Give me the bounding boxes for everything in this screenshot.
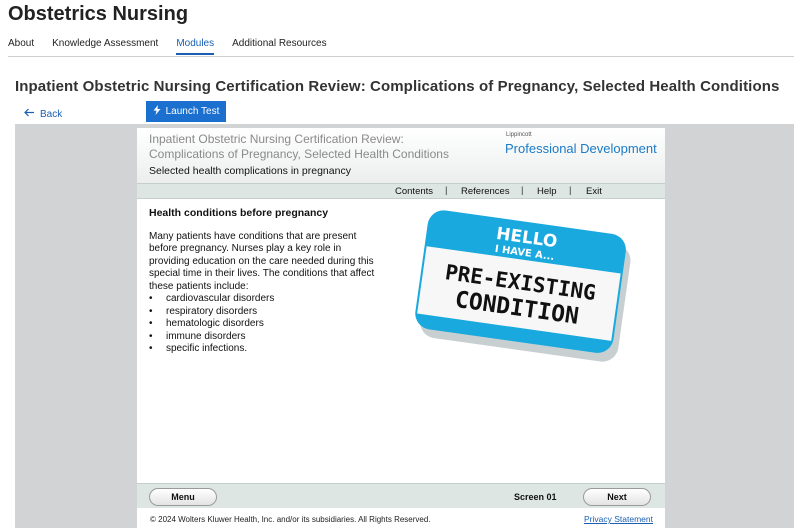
launch-test-label: Launch Test [165, 106, 220, 117]
site-title: Obstetrics Nursing [8, 3, 189, 25]
list-item: cardiovascular disorders [149, 293, 274, 306]
help-link[interactable]: Help [537, 186, 557, 197]
tab-knowledge-assessment[interactable]: Knowledge Assessment [52, 38, 158, 55]
arrow-left-icon [24, 108, 35, 120]
contents-link[interactable]: Contents [395, 186, 433, 197]
list-item: respiratory disorders [149, 306, 274, 319]
course-player: Inpatient Obstetric Nursing Certificatio… [137, 128, 665, 528]
launch-test-button[interactable]: Launch Test [146, 101, 226, 122]
back-link[interactable]: Back [24, 108, 62, 120]
references-link[interactable]: References [461, 186, 510, 197]
menu-separator: | [521, 185, 524, 196]
menu-button[interactable]: Menu [149, 488, 217, 506]
nav-divider [8, 56, 794, 57]
screen-number: Screen 01 [514, 492, 557, 502]
tab-about[interactable]: About [8, 38, 34, 55]
list-item: specific infections. [149, 343, 274, 356]
menu-separator: | [445, 185, 448, 196]
player-title-line1: Inpatient Obstetric Nursing Certificatio… [149, 132, 404, 146]
brand-logo-small: Lippincott [506, 132, 532, 138]
exit-link[interactable]: Exit [586, 186, 602, 197]
page-title: Inpatient Obstetric Nursing Certificatio… [15, 78, 780, 95]
hello-name-tag-illustration: HELLO I HAVE A... PRE-EXISTING CONDITION [415, 210, 631, 362]
privacy-statement-link[interactable]: Privacy Statement [584, 514, 653, 524]
condition-list: cardiovascular disorders respiratory dis… [149, 293, 274, 356]
player-title-line2: Complications of Pregnancy, Selected Hea… [149, 147, 449, 161]
player-header: Inpatient Obstetric Nursing Certificatio… [137, 128, 665, 183]
content-paragraph: Many patients have conditions that are p… [149, 231, 375, 292]
player-footer: Menu Screen 01 Next [137, 483, 665, 508]
tab-modules[interactable]: Modules [176, 38, 215, 55]
player-subtitle: Selected health complications in pregnan… [149, 165, 351, 177]
menu-separator: | [569, 185, 572, 196]
back-label: Back [40, 108, 63, 120]
list-item: immune disorders [149, 331, 274, 344]
player-menubar: Contents | References | Help | Exit [137, 183, 665, 199]
list-item: hematologic disorders [149, 318, 274, 331]
content-heading: Health conditions before pregnancy [149, 207, 329, 219]
brand-logo: Professional Development [505, 141, 657, 156]
top-nav: About Knowledge Assessment Modules Addit… [8, 38, 345, 55]
lightning-icon [153, 105, 161, 118]
tab-additional-resources[interactable]: Additional Resources [232, 38, 327, 55]
copyright-text: © 2024 Wolters Kluwer Health, Inc. and/o… [150, 515, 431, 524]
next-button[interactable]: Next [583, 488, 651, 506]
